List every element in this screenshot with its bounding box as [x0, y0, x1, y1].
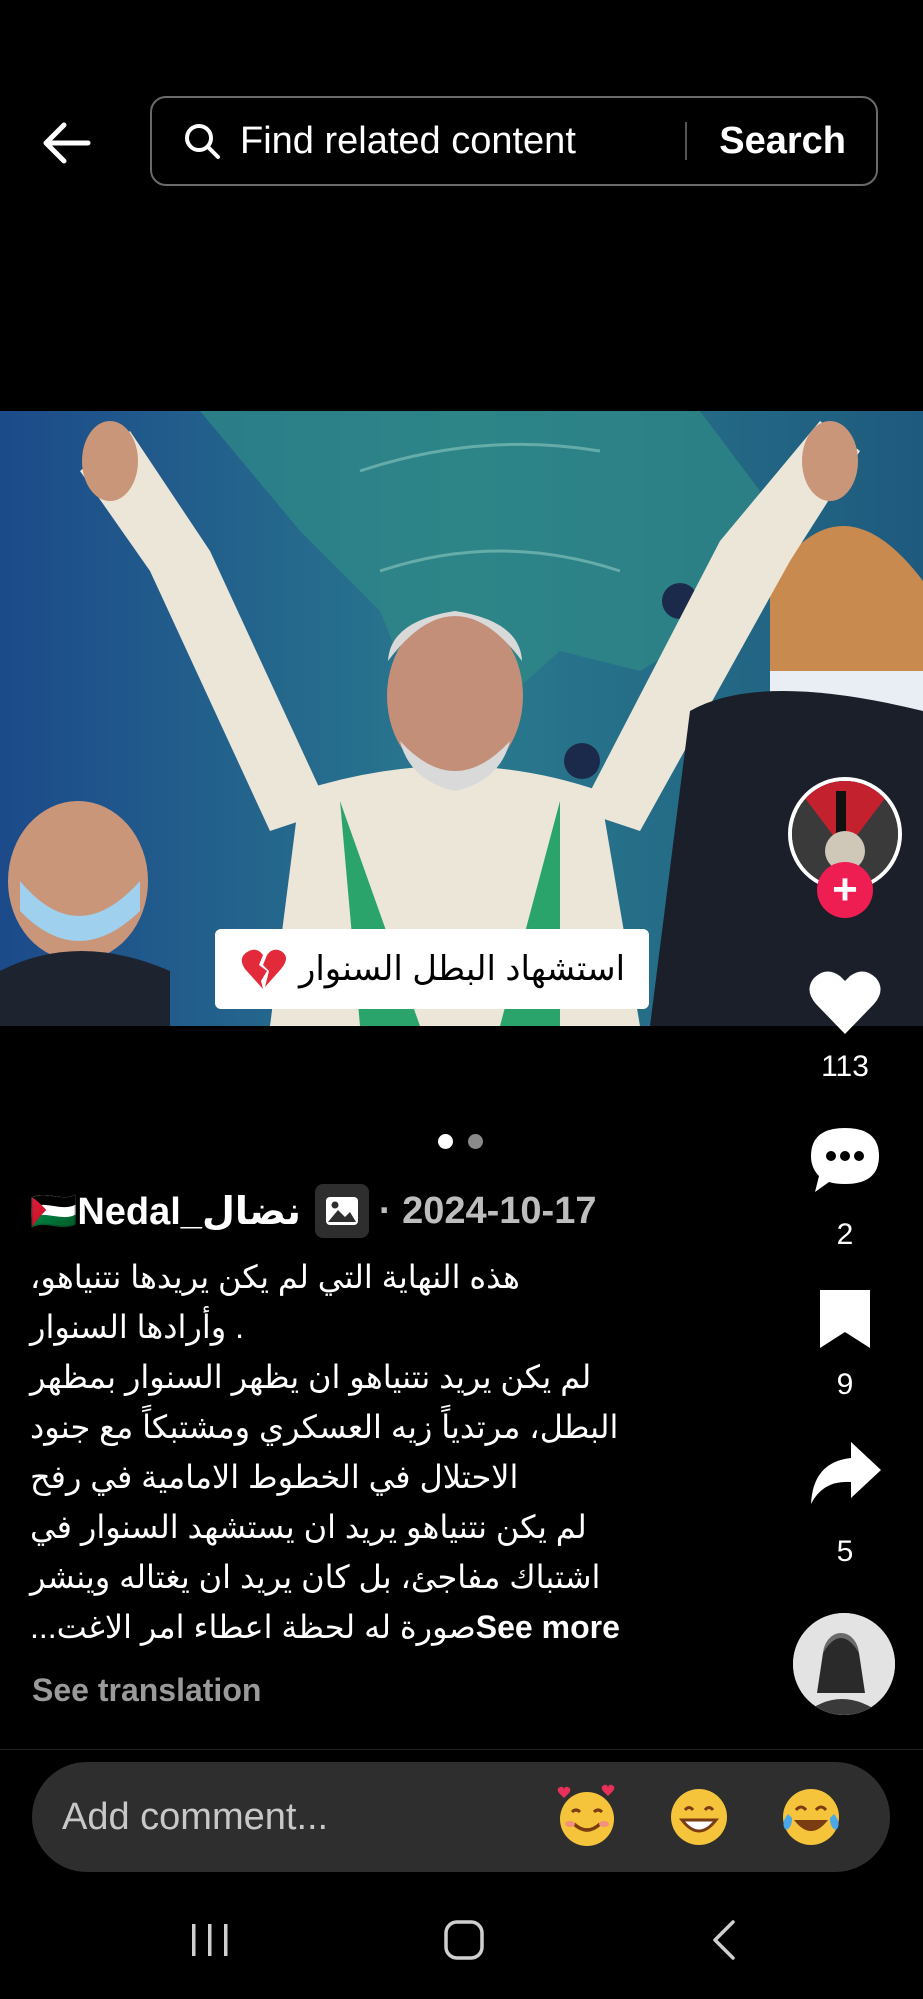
sound-avatar-image	[793, 1613, 895, 1715]
tears-of-joy-emoji[interactable]	[778, 1784, 844, 1850]
grinning-face-emoji[interactable]	[666, 1784, 732, 1850]
comment-bar[interactable]: Add comment...	[32, 1762, 890, 1872]
pager-dot-active	[438, 1134, 453, 1149]
username[interactable]: 🇵🇸Nedal_نضال	[30, 1189, 301, 1234]
pager-dot	[468, 1134, 483, 1149]
search-bar[interactable]: Find related content Search	[150, 96, 878, 186]
share-button[interactable]	[800, 1428, 890, 1518]
follow-button[interactable]: +	[817, 862, 873, 918]
share-count: 5	[836, 1535, 854, 1568]
like-button[interactable]	[800, 957, 890, 1047]
caption-text: استشهاد البطل السنوار	[298, 950, 626, 988]
back-button[interactable]	[40, 108, 120, 178]
home-button[interactable]	[424, 1900, 504, 1980]
post-meta: 🇵🇸Nedal_نضال · 2024-10-17	[30, 1183, 596, 1239]
smiling-face-with-hearts-emoji[interactable]	[554, 1784, 620, 1850]
caption-overlay: استشهاد البطل السنوار	[215, 929, 649, 1009]
search-icon	[185, 124, 220, 159]
divider	[0, 1749, 923, 1750]
save-count: 9	[836, 1368, 854, 1401]
chevron-left-icon	[713, 1920, 735, 1960]
comment-count: 2	[836, 1218, 854, 1251]
description-line: لم يكن نتنياهو يريد ان يستشهد السنوار في	[30, 1509, 587, 1545]
description-line: الاحتلال في الخطوط الامامية في رفح	[30, 1459, 519, 1495]
like-count: 113	[821, 1050, 869, 1083]
description-line: هذه النهاية التي لم يكن يريدها نتنياهو،	[30, 1259, 520, 1295]
search-button[interactable]: Search	[687, 120, 876, 163]
heart-icon	[809, 971, 881, 1034]
see-more-link[interactable]: See more	[476, 1609, 620, 1645]
post-description[interactable]: هذه النهاية التي لم يكن يريدها نتنياهو، …	[30, 1252, 690, 1652]
comment-button[interactable]	[800, 1115, 890, 1205]
share-arrow-icon	[811, 1442, 881, 1504]
recent-apps-icon	[192, 1924, 228, 1956]
save-button[interactable]	[800, 1274, 890, 1364]
description-line: البطل، مرتدياً زيه العسكري ومشتبكاً مع ج…	[30, 1409, 619, 1445]
image-icon	[325, 1197, 358, 1225]
sound-avatar[interactable]	[793, 1613, 895, 1715]
plus-icon: +	[832, 865, 858, 914]
description-line: لم يكن يريد نتنياهو ان يظهر السنوار بمظه…	[30, 1359, 592, 1395]
home-icon	[444, 1920, 484, 1960]
back-arrow-icon	[43, 122, 91, 164]
recent-apps-button[interactable]	[170, 1900, 250, 1980]
description-line: اشتباك مفاجئ، بل كان يريد ان يغتاله وينش…	[30, 1559, 601, 1595]
bookmark-icon	[820, 1290, 870, 1348]
description-line: . وأرادها السنوار	[30, 1309, 244, 1345]
post-date: · 2024-10-17	[378, 1189, 597, 1232]
photo-mode-badge	[314, 1184, 369, 1238]
broken-heart-icon	[241, 949, 286, 989]
comment-bubble-icon	[811, 1128, 879, 1192]
see-translation-link[interactable]: See translation	[32, 1672, 261, 1709]
comment-input[interactable]: Add comment...	[62, 1796, 554, 1839]
description-line: صورة له لحظة اعطاء امر الاغت...	[30, 1609, 476, 1645]
system-back-button[interactable]	[684, 1900, 764, 1980]
search-input[interactable]: Find related content	[240, 120, 685, 163]
